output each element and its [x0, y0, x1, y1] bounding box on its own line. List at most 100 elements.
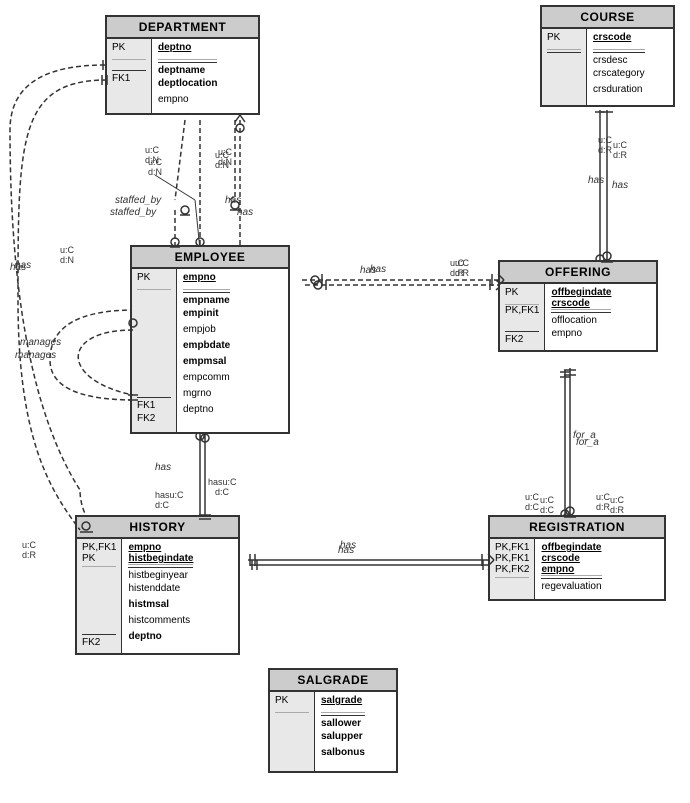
svg-text:has: has — [612, 180, 628, 191]
sal-keys: PK — [270, 692, 315, 771]
constraint-uc-dr: u:Cd:R — [450, 258, 464, 278]
label-has-course-off: has — [588, 175, 604, 186]
emp-attr-2: empinit — [183, 308, 219, 319]
dept-pk-attr: deptno — [158, 42, 191, 53]
emp-fk2-label: FK2 — [137, 413, 155, 424]
erd-diagram: staffed_by has has has has for_a has man… — [0, 0, 690, 803]
emp-fk1-label: FK1 — [137, 400, 155, 411]
course-attr-1: crsdesc — [593, 55, 627, 66]
reg-pkfk1-2-label: PK,FK1 — [495, 553, 529, 564]
emp-pk-label: PK — [137, 272, 150, 283]
emp-attr-3: empjob — [183, 324, 216, 335]
course-title: COURSE — [542, 7, 673, 29]
dept-attrs: deptno deptname deptlocation empno — [152, 39, 223, 113]
hist-attr-4: histcomments — [128, 615, 190, 626]
svg-text:hasu:C: hasu:C — [208, 477, 237, 487]
label-has-dept: has — [225, 195, 241, 206]
dept-pk-label: PK — [112, 42, 125, 53]
entity-salgrade: SALGRADE PK salgrade sallower salupper — [268, 668, 398, 773]
dept-attr-2: deptlocation — [158, 78, 217, 89]
entity-history: HISTORY PK,FK1 PK FK2 empno histbegindat… — [75, 515, 240, 655]
dept-attr-3: empno — [158, 94, 189, 105]
label-has-emp-off: has — [360, 265, 376, 276]
course-attrs: crscode crsdesc crscategory crsduration — [587, 29, 651, 105]
hist-pkfk1-label: PK,FK1 — [82, 542, 116, 553]
hist-attr-5: deptno — [128, 631, 161, 642]
label-has-hist-reg: has — [340, 540, 356, 551]
reg-attrs: offbegindate crscode empno regevaluation — [535, 539, 607, 599]
hist-fk2-label: FK2 — [82, 637, 100, 648]
emp-pk-attr: empno — [183, 272, 216, 283]
emp-attr-7: mgrno — [183, 388, 211, 399]
course-pk-attr: crscode — [593, 32, 631, 43]
emp-attrs: empno empname empinit empjob empbdate em… — [177, 269, 236, 432]
off-pk-attr2: crscode — [551, 298, 589, 309]
registration-title: REGISTRATION — [490, 517, 664, 539]
salgrade-title: SALGRADE — [270, 670, 396, 692]
sal-attrs: salgrade sallower salupper salbonus — [315, 692, 371, 771]
off-attrs: offbegindate crscode offlocation empno — [545, 284, 617, 350]
svg-text:u:C: u:C — [525, 492, 540, 502]
constraint-uc-dr-3: u:Cd:R — [598, 135, 612, 155]
constraint-uc-dc: u:Cd:C — [540, 495, 554, 515]
course-attr-2: crscategory — [593, 68, 645, 79]
off-attr-1: offlocation — [551, 315, 596, 326]
off-fk2-label: FK2 — [505, 334, 523, 345]
svg-text:u:C: u:C — [596, 492, 611, 502]
label-staffed-by: staffed_by — [115, 195, 161, 206]
employee-title: EMPLOYEE — [132, 247, 288, 269]
emp-keys: PK FK1 FK2 — [132, 269, 177, 432]
sal-pk-attr: salgrade — [321, 695, 362, 706]
reg-keys: PK,FK1 PK,FK1 PK,FK2 — [490, 539, 535, 599]
off-keys: PK PK,FK1 FK2 — [500, 284, 545, 350]
hist-pk-attr2: histbegindate — [128, 553, 193, 564]
course-keys: PK — [542, 29, 587, 105]
svg-text:d:C: d:C — [525, 502, 540, 512]
svg-text:d:C: d:C — [215, 487, 230, 497]
emp-attr-8: deptno — [183, 404, 214, 415]
label-has-left: has — [15, 260, 31, 271]
svg-text:d:R: d:R — [22, 550, 37, 560]
label-has-emp-hist: has — [155, 462, 171, 473]
reg-pk-attr2: crscode — [541, 553, 579, 564]
history-title: HISTORY — [77, 517, 238, 539]
svg-text:manages: manages — [20, 337, 61, 348]
course-attr-3: crsduration — [593, 84, 642, 95]
label-manages: manages — [15, 350, 56, 361]
svg-text:d:R: d:R — [596, 502, 611, 512]
constraint-uc-dn-3: u:Cd:N — [60, 245, 74, 265]
sal-attr-3: salbonus — [321, 747, 365, 758]
entity-offering: OFFERING PK PK,FK1 FK2 offbegindate crsc… — [498, 260, 658, 352]
hist-attr-3: histmsal — [128, 599, 169, 610]
svg-text:u:C: u:C — [22, 540, 37, 550]
hist-keys: PK,FK1 PK FK2 — [77, 539, 122, 653]
department-title: DEPARTMENT — [107, 17, 258, 39]
constraint-hasu-dc: hasu:Cd:C — [155, 490, 184, 510]
reg-pkfk2-label: PK,FK2 — [495, 564, 529, 575]
emp-attr-1: empname — [183, 295, 230, 306]
reg-pk-attr1: offbegindate — [541, 542, 601, 553]
emp-attr-4: empbdate — [183, 340, 230, 351]
entity-course: COURSE PK crscode crsdesc crscategory — [540, 5, 675, 107]
emp-attr-5: empmsal — [183, 356, 226, 367]
reg-pkfk1-label: PK,FK1 — [495, 542, 529, 553]
hist-pk-label: PK — [82, 553, 95, 564]
dept-attr-1: deptname — [158, 65, 205, 76]
course-pk-label: PK — [547, 32, 560, 43]
constraint-uc-dn-2: u:Cd:N — [215, 150, 229, 170]
label-for-a: for_a — [573, 430, 596, 441]
hist-pk-attr1: empno — [128, 542, 161, 553]
emp-attr-6: empcomm — [183, 372, 230, 383]
offering-title: OFFERING — [500, 262, 656, 284]
hist-attrs: empno histbegindate histbeginyear histen… — [122, 539, 199, 653]
dept-fk1-label: FK1 — [112, 73, 130, 84]
off-attr-2: empno — [551, 328, 582, 339]
svg-text:u:C: u:C — [613, 140, 628, 150]
sal-attr-2: salupper — [321, 731, 363, 742]
sal-attr-1: sallower — [321, 718, 361, 729]
off-pk-label: PK — [505, 287, 518, 298]
hist-attr-1: histbeginyear — [128, 570, 187, 581]
svg-text:d:R: d:R — [613, 150, 628, 160]
reg-attr-1: regevaluation — [541, 581, 601, 592]
svg-text:has: has — [237, 207, 253, 218]
